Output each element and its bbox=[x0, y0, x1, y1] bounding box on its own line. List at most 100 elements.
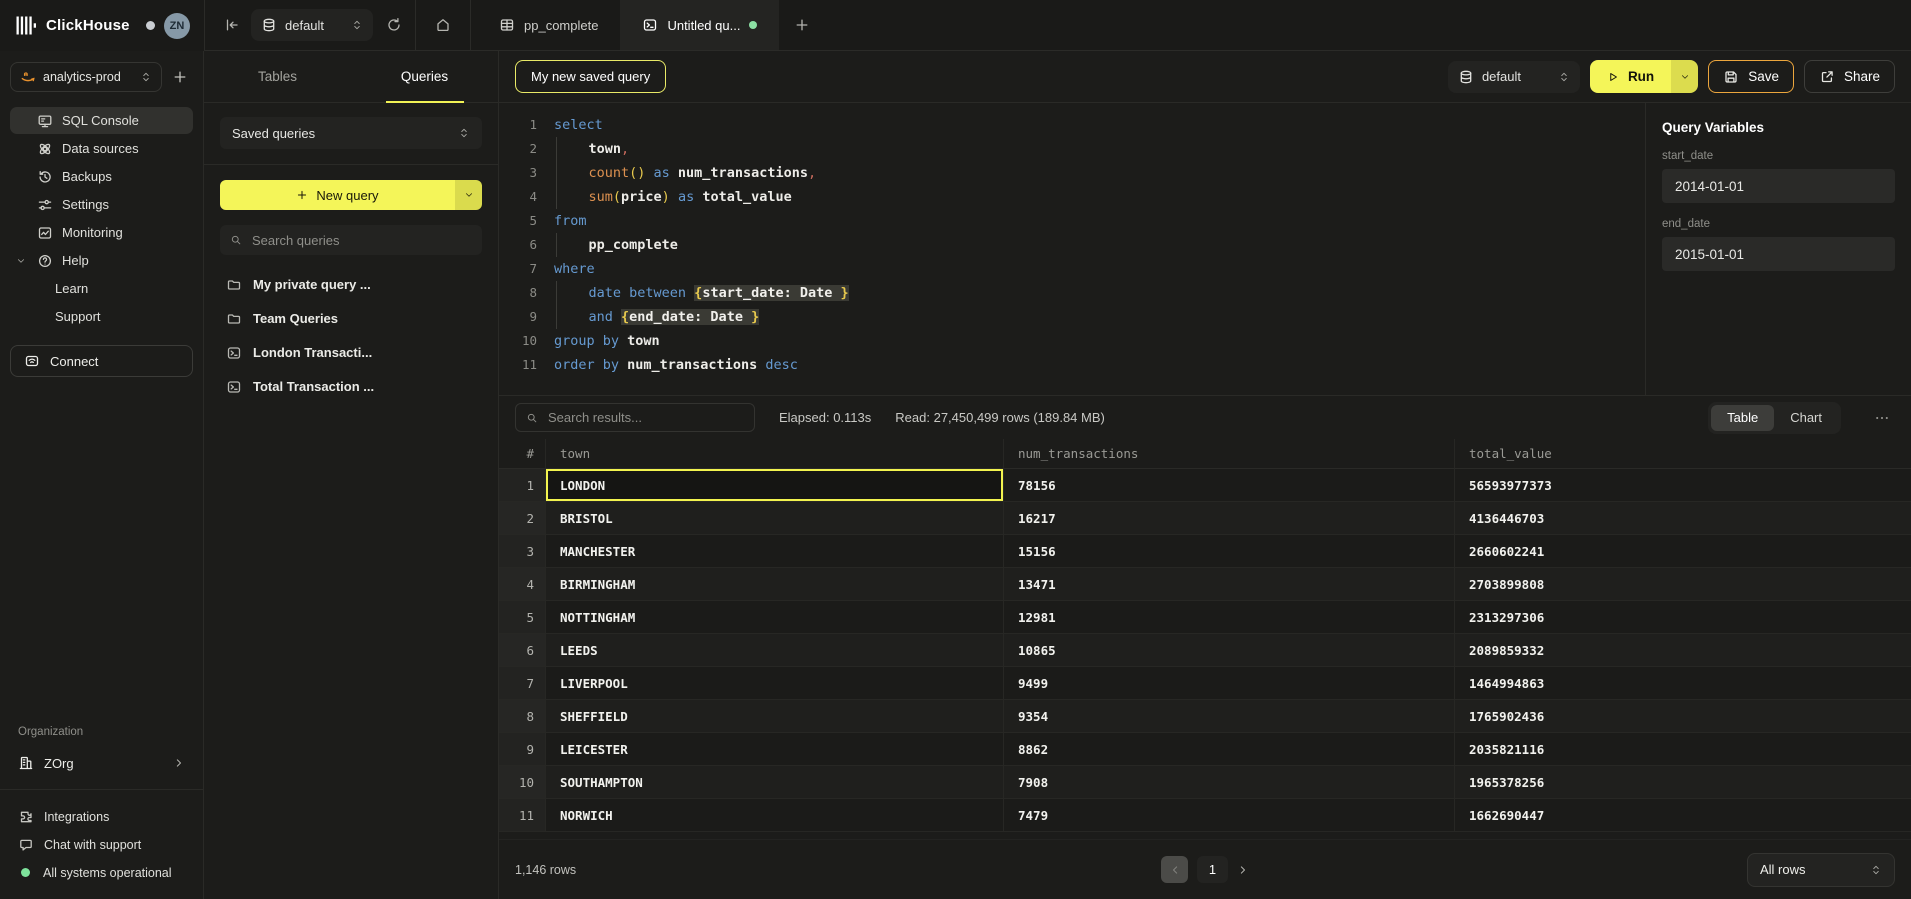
column-header-total-value[interactable]: total_value bbox=[1454, 439, 1911, 469]
code-line-1[interactable]: 1select bbox=[513, 113, 1645, 137]
column-header-row-number[interactable]: # bbox=[499, 439, 545, 469]
table-cell[interactable]: BIRMINGHAM bbox=[545, 568, 1003, 601]
table-cell[interactable]: 4136446703 bbox=[1454, 502, 1911, 535]
organization-item-zorg[interactable]: ZOrg bbox=[10, 750, 193, 776]
table-cell[interactable]: LIVERPOOL bbox=[545, 667, 1003, 700]
code-line-8[interactable]: 8date between {start_date: Date } bbox=[513, 281, 1645, 305]
table-cell[interactable]: 1965378256 bbox=[1454, 766, 1911, 799]
table-cell[interactable]: LONDON bbox=[545, 469, 1003, 502]
table-cell[interactable]: 7908 bbox=[1003, 766, 1454, 799]
sidebar-item-settings[interactable]: Settings bbox=[10, 191, 193, 218]
table-cell[interactable]: 7479 bbox=[1003, 799, 1454, 832]
code-line-10[interactable]: 10group by town bbox=[513, 329, 1645, 353]
sidebar-item-support[interactable]: Support bbox=[10, 303, 193, 330]
row-number[interactable]: 5 bbox=[499, 601, 545, 634]
view-tab-table[interactable]: Table bbox=[1711, 405, 1774, 431]
table-cell[interactable]: 2703899808 bbox=[1454, 568, 1911, 601]
sidebar-item-backups[interactable]: Backups bbox=[10, 163, 193, 190]
save-button[interactable]: Save bbox=[1708, 60, 1794, 93]
code-line-3[interactable]: 3count() as num_transactions, bbox=[513, 161, 1645, 185]
tab-pp-complete[interactable]: pp_complete bbox=[477, 0, 620, 50]
table-cell[interactable]: 9499 bbox=[1003, 667, 1454, 700]
table-cell[interactable]: 15156 bbox=[1003, 535, 1454, 568]
code-line-6[interactable]: 6pp_complete bbox=[513, 233, 1645, 257]
query-list-item-london-transacti[interactable]: London Transacti... bbox=[220, 336, 482, 369]
tab-tables[interactable]: Tables bbox=[204, 51, 351, 102]
table-cell[interactable]: 56593977373 bbox=[1454, 469, 1911, 502]
collapse-sidebar-button[interactable] bbox=[217, 10, 247, 40]
row-number[interactable]: 1 bbox=[499, 469, 545, 502]
search-results-input[interactable] bbox=[546, 409, 744, 426]
code-line-7[interactable]: 7where bbox=[513, 257, 1645, 281]
row-number[interactable]: 10 bbox=[499, 766, 545, 799]
row-number[interactable]: 8 bbox=[499, 700, 545, 733]
topbar-status-dot[interactable] bbox=[146, 21, 155, 30]
row-number[interactable]: 2 bbox=[499, 502, 545, 535]
code-line-4[interactable]: 4sum(price) as total_value bbox=[513, 185, 1645, 209]
table-cell[interactable]: 9354 bbox=[1003, 700, 1454, 733]
sql-editor[interactable]: 1select2town,3count() as num_transaction… bbox=[499, 103, 1645, 395]
new-query-dropdown-button[interactable] bbox=[455, 180, 482, 210]
share-button[interactable]: Share bbox=[1804, 60, 1895, 93]
table-cell[interactable]: SOUTHAMPTON bbox=[545, 766, 1003, 799]
sidebar-item-chat-with-support[interactable]: Chat with support bbox=[10, 832, 193, 857]
connect-button[interactable]: Connect bbox=[10, 345, 193, 377]
query-list-item-team-queries[interactable]: Team Queries bbox=[220, 302, 482, 335]
search-queries-input[interactable] bbox=[250, 232, 472, 249]
new-tab-button[interactable] bbox=[787, 10, 817, 40]
table-cell[interactable]: LEICESTER bbox=[545, 733, 1003, 766]
table-cell[interactable]: 16217 bbox=[1003, 502, 1454, 535]
add-service-button[interactable] bbox=[167, 64, 193, 90]
row-number[interactable]: 4 bbox=[499, 568, 545, 601]
sidebar-item-monitoring[interactable]: Monitoring bbox=[10, 219, 193, 246]
table-cell[interactable]: 10865 bbox=[1003, 634, 1454, 667]
row-number[interactable]: 3 bbox=[499, 535, 545, 568]
table-cell[interactable]: 8862 bbox=[1003, 733, 1454, 766]
table-cell[interactable]: LEEDS bbox=[545, 634, 1003, 667]
table-cell[interactable]: NORWICH bbox=[545, 799, 1003, 832]
table-cell[interactable]: NOTTINGHAM bbox=[545, 601, 1003, 634]
column-header-num-transactions[interactable]: num_transactions bbox=[1003, 439, 1454, 469]
variable-input-start-date[interactable] bbox=[1662, 169, 1895, 203]
table-cell[interactable]: 2035821116 bbox=[1454, 733, 1911, 766]
row-number[interactable]: 9 bbox=[499, 733, 545, 766]
row-number[interactable]: 11 bbox=[499, 799, 545, 832]
connection-select[interactable]: default bbox=[251, 9, 373, 41]
row-number[interactable]: 7 bbox=[499, 667, 545, 700]
query-list-item-my-private-query[interactable]: My private query ... bbox=[220, 268, 482, 301]
column-header-town[interactable]: town bbox=[545, 439, 1003, 469]
sidebar-item-learn[interactable]: Learn bbox=[10, 275, 193, 302]
code-line-11[interactable]: 11order by num_transactions desc bbox=[513, 353, 1645, 377]
table-cell[interactable]: 2089859332 bbox=[1454, 634, 1911, 667]
view-tab-chart[interactable]: Chart bbox=[1774, 405, 1838, 431]
table-cell[interactable]: 1662690447 bbox=[1454, 799, 1911, 832]
refresh-button[interactable] bbox=[379, 10, 409, 40]
results-more-button[interactable] bbox=[1869, 405, 1895, 431]
row-number[interactable]: 6 bbox=[499, 634, 545, 667]
page-size-select[interactable]: All rows bbox=[1747, 853, 1895, 887]
sidebar-item-sql-console[interactable]: SQL Console bbox=[10, 107, 193, 134]
home-button[interactable] bbox=[428, 10, 458, 40]
sidebar-item-help[interactable]: Help bbox=[10, 247, 193, 274]
variable-input-end-date[interactable] bbox=[1662, 237, 1895, 271]
code-line-9[interactable]: 9and {end_date: Date } bbox=[513, 305, 1645, 329]
system-status[interactable]: All systems operational bbox=[10, 860, 193, 885]
table-cell[interactable]: SHEFFIELD bbox=[545, 700, 1003, 733]
run-dropdown-button[interactable] bbox=[1671, 60, 1698, 93]
table-cell[interactable]: 13471 bbox=[1003, 568, 1454, 601]
tab-queries[interactable]: Queries bbox=[351, 51, 498, 102]
code-line-5[interactable]: 5from bbox=[513, 209, 1645, 233]
saved-queries-select[interactable]: Saved queries bbox=[220, 117, 482, 149]
workspace-select[interactable]: analytics-prod bbox=[10, 62, 162, 92]
sidebar-item-data-sources[interactable]: Data sources bbox=[10, 135, 193, 162]
table-cell[interactable]: 1765902436 bbox=[1454, 700, 1911, 733]
new-query-main-button[interactable]: New query bbox=[220, 180, 455, 210]
current-page[interactable]: 1 bbox=[1197, 856, 1228, 883]
avatar[interactable]: ZN bbox=[164, 13, 190, 39]
code-line-2[interactable]: 2town, bbox=[513, 137, 1645, 161]
table-cell[interactable]: MANCHESTER bbox=[545, 535, 1003, 568]
sidebar-item-integrations[interactable]: Integrations bbox=[10, 804, 193, 829]
table-cell[interactable]: 2660602241 bbox=[1454, 535, 1911, 568]
previous-page-button[interactable] bbox=[1161, 856, 1188, 883]
table-cell[interactable]: BRISTOL bbox=[545, 502, 1003, 535]
